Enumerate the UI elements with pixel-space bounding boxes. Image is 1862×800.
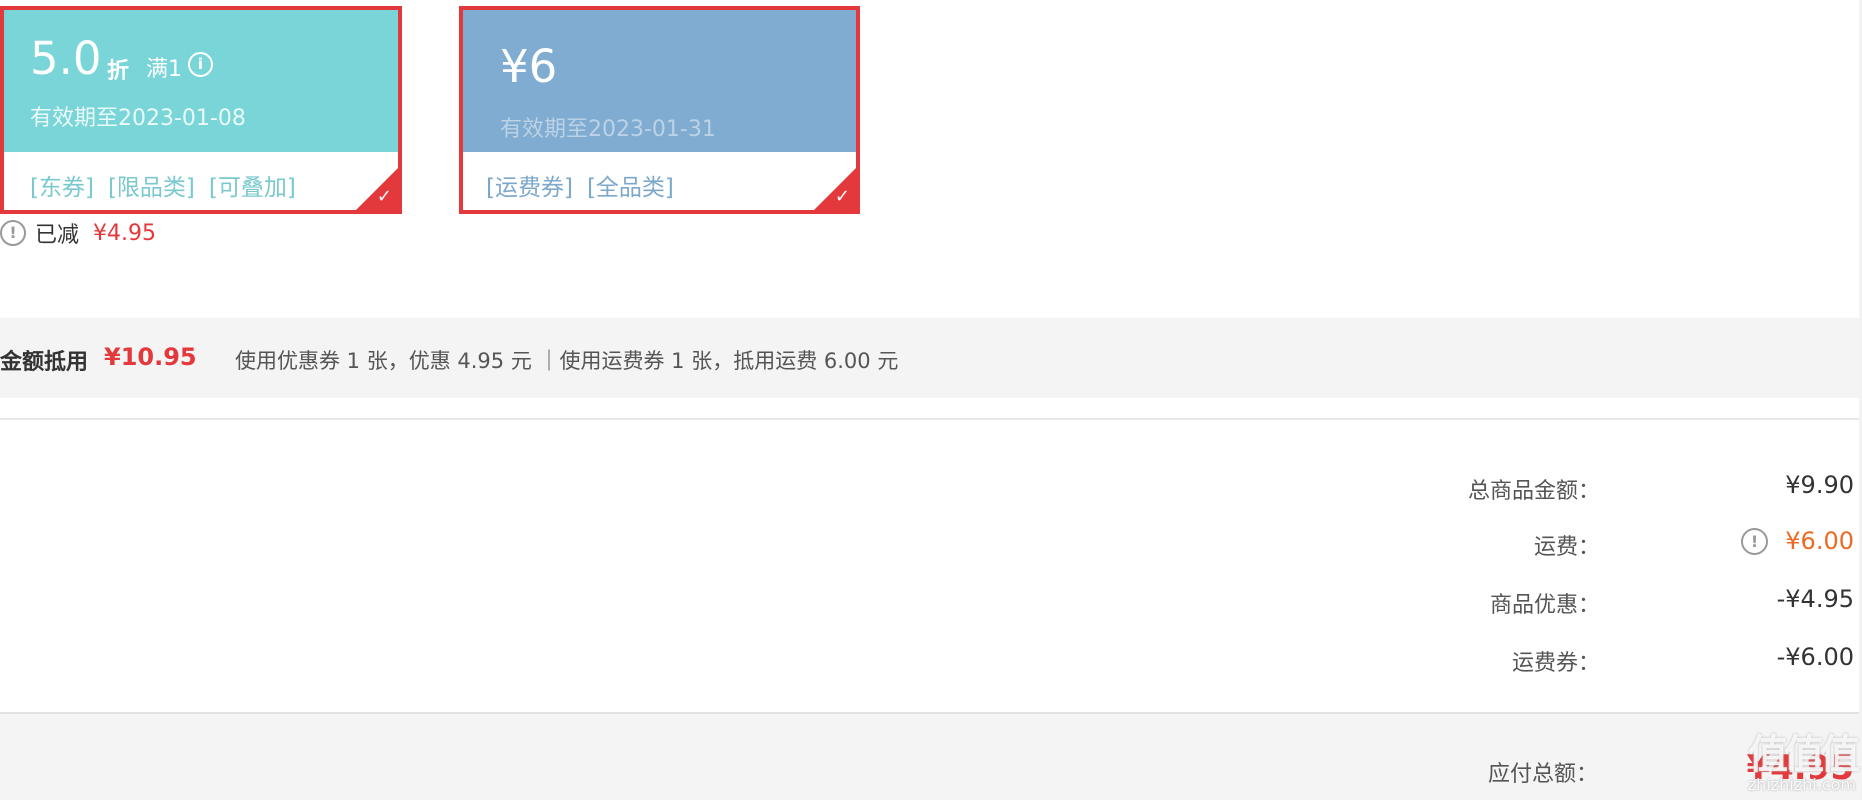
price-row-freight: 运费： ! ¥6.00 (0, 527, 1862, 561)
coupon-tag: [限品类] (107, 175, 195, 201)
coupon-header: ¥6 有效期至2023-01-31 (463, 10, 856, 152)
price-value: -¥4.95 (1776, 585, 1854, 613)
warning-circle-icon[interactable]: ! (0, 220, 26, 246)
price-label: 运费： (1533, 535, 1600, 560)
coupon-expire-date: 有效期至2023-01-31 (500, 117, 716, 142)
price-row-goods-total: 总商品金额： ¥9.90 (0, 471, 1862, 505)
price-label: 运费券： (1511, 651, 1600, 676)
checkmark-icon: ✓ (376, 186, 392, 207)
site-watermark: 值值值 zhizhizhi.com (1706, 722, 1860, 794)
price-value: ¥6.00 (1785, 527, 1854, 555)
coupon-tag: [运费券] (486, 175, 573, 201)
coupon-tags: [运费券] [全品类] (486, 168, 688, 202)
summary-detail: 使用优惠券 1 张，优惠 4.95 元 ｜使用运费券 1 张，抵用运费 6.00… (235, 349, 899, 373)
price-value: -¥6.00 (1776, 643, 1854, 671)
coupon-value: ¥6 (500, 40, 558, 93)
section-divider (0, 418, 1862, 420)
warning-circle-icon[interactable]: ! (1741, 528, 1768, 555)
price-value: ¥9.90 (1785, 471, 1854, 499)
total-payable-band: 应付总额： ¥4.95 (0, 712, 1862, 800)
price-row-freight-coupon: 运费券： -¥6.00 (0, 643, 1862, 677)
checkmark-icon: ✓ (834, 186, 850, 207)
coupon-condition: 满1 (146, 57, 182, 82)
coupon-header: 5.0 折 满1 i 有效期至2023-01-08 (4, 10, 398, 152)
reduced-amount-row: ! 已减 ¥4.95 (0, 218, 156, 248)
coupon-expire-date: 有效期至2023-01-08 (30, 106, 246, 131)
price-row-goods-discount: 商品优惠： -¥4.95 (0, 585, 1862, 619)
info-circle-icon[interactable]: i (188, 52, 213, 77)
watermark-text: zhizhizhi.com (1747, 775, 1856, 794)
summary-title: 金额抵用 (0, 350, 89, 375)
coupon-tags: [东券] [限品类] [可叠加] (30, 168, 310, 202)
total-label: 应付总额： (1487, 762, 1598, 787)
coupon-tag: [可叠加] (208, 175, 296, 201)
coupon-summary-band: 金额抵用 ¥10.95 使用优惠券 1 张，优惠 4.95 元 ｜使用运费券 1… (0, 318, 1862, 398)
watermark-glyphs: 值值值 (1748, 732, 1860, 778)
coupon-card-discount[interactable]: 5.0 折 满1 i 有效期至2023-01-08 [东券] [限品类] [可叠加]… (0, 6, 402, 214)
coupon-tag: [东券] (30, 175, 94, 201)
reduced-label: 已减 (35, 223, 80, 248)
price-label: 商品优惠： (1489, 593, 1600, 618)
price-label: 总商品金额： (1467, 479, 1600, 504)
coupon-unit: 折 (107, 59, 130, 84)
coupon-tag: [全品类] (586, 175, 674, 201)
coupon-card-freight[interactable]: ¥6 有效期至2023-01-31 [运费券] [全品类] ✓ (459, 6, 860, 214)
reduced-value: ¥4.95 (93, 220, 156, 246)
coupon-value: 5.0 (30, 32, 102, 85)
summary-amount: ¥10.95 (104, 343, 197, 371)
